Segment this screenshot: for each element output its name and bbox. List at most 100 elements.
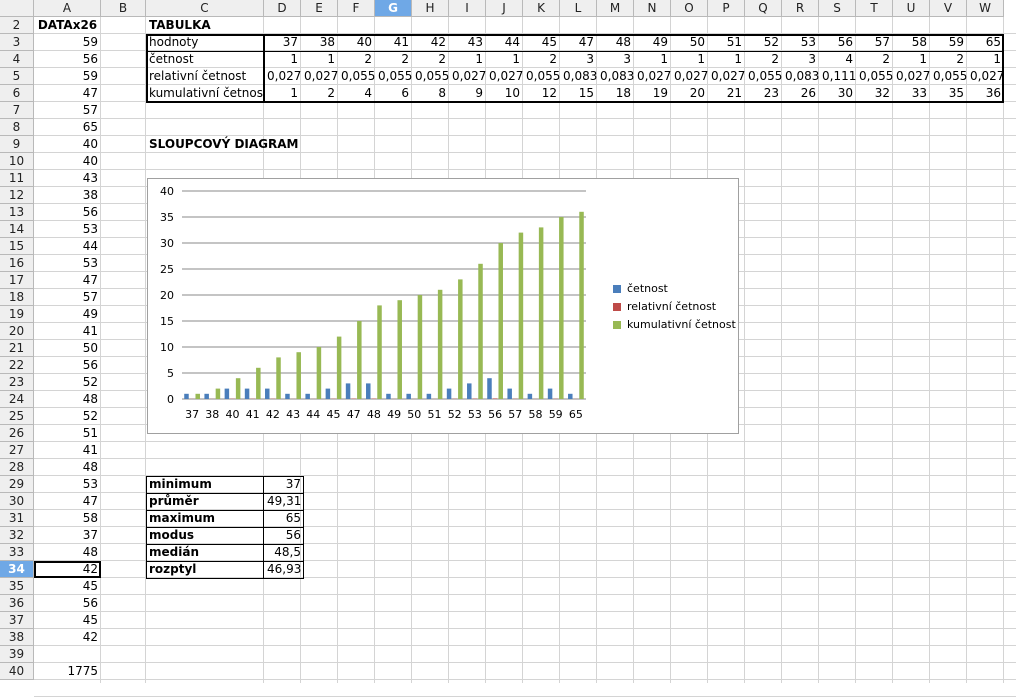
column-header-h[interactable]: H [412,0,449,17]
data-value-cell[interactable]: 53 [34,221,101,238]
row-header-39[interactable]: 39 [0,646,34,663]
data-value-cell[interactable]: 47 [34,272,101,289]
column-header-a[interactable]: A [34,0,101,17]
data-value-cell[interactable]: 48 [34,459,101,476]
row-header-5[interactable]: 5 [0,68,34,85]
row-header-35[interactable]: 35 [0,578,34,595]
data-value-cell[interactable]: 56 [34,51,101,68]
row-header-17[interactable]: 17 [0,272,34,289]
column-header-m[interactable]: M [597,0,634,17]
row-header-29[interactable]: 29 [0,476,34,493]
row-header-34[interactable]: 34 [0,561,34,578]
column-header-w[interactable]: W [967,0,1004,17]
data-value-cell[interactable]: 43 [34,170,101,187]
column-header-k[interactable]: K [523,0,560,17]
row-header-24[interactable]: 24 [0,391,34,408]
data-value-cell[interactable]: 40 [34,153,101,170]
row-header-8[interactable]: 8 [0,119,34,136]
row-header-30[interactable]: 30 [0,493,34,510]
row-header-9[interactable]: 9 [0,136,34,153]
row-header-15[interactable]: 15 [0,238,34,255]
row-header-14[interactable]: 14 [0,221,34,238]
data-value-cell[interactable]: 48 [34,391,101,408]
column-header-r[interactable]: R [782,0,819,17]
row-header-28[interactable]: 28 [0,459,34,476]
row-header-40[interactable]: 40 [0,663,34,680]
row-header-2[interactable]: 2 [0,17,34,34]
column-header-c[interactable]: C [146,0,264,17]
select-all-corner[interactable] [0,0,34,17]
row-header-12[interactable]: 12 [0,187,34,204]
column-header-d[interactable]: D [264,0,301,17]
row-header-16[interactable]: 16 [0,255,34,272]
data-value-cell[interactable]: 40 [34,136,101,153]
data-value-cell[interactable]: 57 [34,102,101,119]
row-header-36[interactable]: 36 [0,595,34,612]
data-value-cell[interactable]: 1775 [34,663,101,680]
column-header-e[interactable]: E [301,0,338,17]
column-header-t[interactable]: T [856,0,893,17]
data-value-cell[interactable]: 44 [34,238,101,255]
data-value-cell[interactable]: 51 [34,425,101,442]
data-value-cell[interactable]: 56 [34,595,101,612]
data-value-cell[interactable]: 59 [34,68,101,85]
diagram-title[interactable]: SLOUPCOVÝ DIAGRAM [146,136,346,153]
row-header-10[interactable]: 10 [0,153,34,170]
column-header-n[interactable]: N [634,0,671,17]
bar-chart[interactable]: 0510152025303540373840414243444547484950… [147,178,739,434]
row-header-33[interactable]: 33 [0,544,34,561]
column-header-i[interactable]: I [449,0,486,17]
row-header-27[interactable]: 27 [0,442,34,459]
column-header-b[interactable]: B [101,0,146,17]
column-header-v[interactable]: V [930,0,967,17]
data-value-cell[interactable]: 52 [34,408,101,425]
column-header-u[interactable]: U [893,0,930,17]
data-value-cell[interactable]: 42 [34,629,101,646]
row-header-25[interactable]: 25 [0,408,34,425]
data-value-cell[interactable]: 52 [34,374,101,391]
column-header-j[interactable]: J [486,0,523,17]
row-header-38[interactable]: 38 [0,629,34,646]
tabulka-title[interactable]: TABULKA [146,17,264,34]
row-header-21[interactable]: 21 [0,340,34,357]
column-header-g[interactable]: G [375,0,412,17]
column-header-o[interactable]: O [671,0,708,17]
row-header-3[interactable]: 3 [0,34,34,51]
column-header-f[interactable]: F [338,0,375,17]
data-value-cell[interactable]: 45 [34,612,101,629]
column-header-l[interactable]: L [560,0,597,17]
data-value-cell[interactable]: 53 [34,255,101,272]
row-header-32[interactable]: 32 [0,527,34,544]
row-header-4[interactable]: 4 [0,51,34,68]
data-value-cell[interactable]: 38 [34,187,101,204]
row-header-7[interactable]: 7 [0,102,34,119]
row-header-18[interactable]: 18 [0,289,34,306]
row-header-31[interactable]: 31 [0,510,34,527]
data-value-cell[interactable]: 57 [34,289,101,306]
row-header-13[interactable]: 13 [0,204,34,221]
row-header-20[interactable]: 20 [0,323,34,340]
data-value-cell[interactable]: 47 [34,85,101,102]
data-value-cell[interactable]: 59 [34,34,101,51]
data-value-cell[interactable]: 37 [34,527,101,544]
data-value-cell[interactable]: 50 [34,340,101,357]
row-header-23[interactable]: 23 [0,374,34,391]
row-header-6[interactable]: 6 [0,85,34,102]
column-header-s[interactable]: S [819,0,856,17]
data-value-cell[interactable]: 41 [34,323,101,340]
data-value-cell[interactable]: 45 [34,578,101,595]
data-value-cell[interactable]: 56 [34,357,101,374]
data-value-cell[interactable]: 48 [34,544,101,561]
column-header-p[interactable]: P [708,0,745,17]
row-header-11[interactable]: 11 [0,170,34,187]
data-value-cell[interactable]: 58 [34,510,101,527]
data-value-cell[interactable]: 56 [34,204,101,221]
data-value-cell[interactable]: 42 [34,561,101,578]
data-value-cell[interactable]: 65 [34,119,101,136]
column-header-q[interactable]: Q [745,0,782,17]
row-header-37[interactable]: 37 [0,612,34,629]
data-value-cell[interactable]: 49 [34,306,101,323]
data-header[interactable]: DATAx26 [34,17,101,34]
row-header-26[interactable]: 26 [0,425,34,442]
row-header-22[interactable]: 22 [0,357,34,374]
